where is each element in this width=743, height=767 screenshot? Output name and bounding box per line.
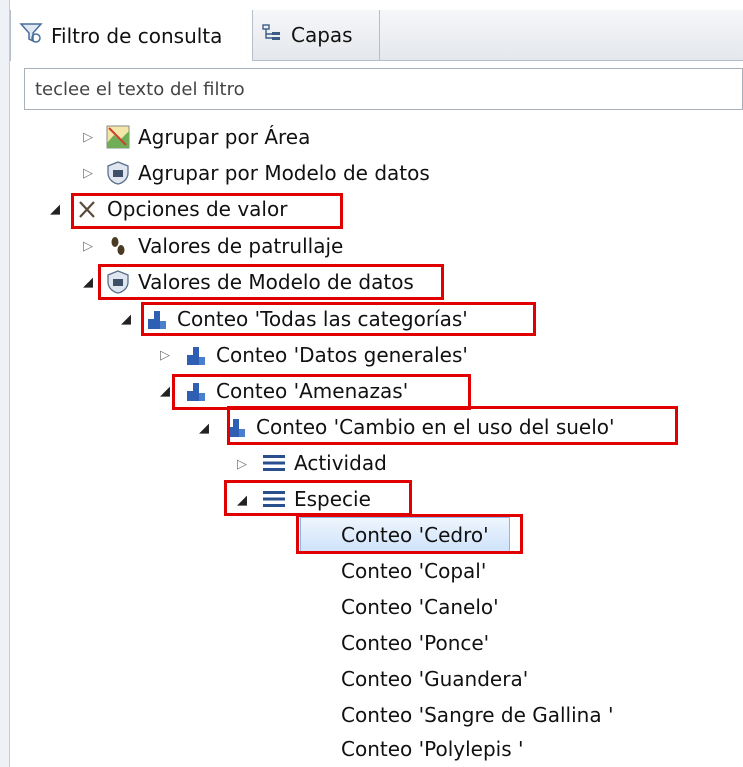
tree-item-label: Valores de patrullaje <box>138 234 344 258</box>
tree-item-count-threats[interactable]: Conteo 'Amenazas' <box>184 373 408 409</box>
tree-item-species-leaf[interactable]: Conteo 'Guandera' <box>341 661 528 697</box>
tree-item-label: Conteo 'Copal' <box>341 559 487 583</box>
list-icon <box>262 487 286 511</box>
collapse-arrow-icon[interactable]: ◢ <box>118 311 134 327</box>
tree-item-label: Conteo 'Guandera' <box>341 667 529 691</box>
x-icon <box>77 197 97 221</box>
tree-item-model-values[interactable]: Valores de Modelo de datos <box>106 264 414 300</box>
tab-capas-label: Capas <box>291 23 353 47</box>
funnel-icon <box>19 21 43 50</box>
tree-item-label: Opciones de valor <box>107 197 288 221</box>
collapse-arrow-icon[interactable]: ◢ <box>196 420 212 436</box>
tree-item-label: Conteo 'Sangre de Gallina ' <box>341 703 614 727</box>
tree-item-label: Conteo 'Todas las categorías' <box>177 307 468 331</box>
collapse-arrow-icon[interactable]: ◢ <box>157 383 173 399</box>
tree-item-group-area[interactable]: Agrupar por Área <box>106 119 310 155</box>
tree-item-species-leaf[interactable]: Conteo 'Copal' <box>341 553 486 589</box>
tree-item-label: Conteo 'Ponce' <box>341 631 490 655</box>
tree-item-label: Agrupar por Modelo de datos <box>138 161 430 185</box>
window-left-border <box>0 0 10 767</box>
expand-arrow-icon[interactable]: ▷ <box>80 129 96 145</box>
shield-icon <box>106 161 130 185</box>
tree-item-label: Valores de Modelo de datos <box>138 270 414 294</box>
tree-item-species-leaf[interactable]: Conteo 'Polylepis ' <box>341 731 523 767</box>
bar-icon <box>184 379 208 403</box>
expand-arrow-icon[interactable]: ▷ <box>80 238 96 254</box>
list-icon <box>262 451 286 475</box>
tree-item-label: Agrupar por Área <box>138 125 311 149</box>
layers-icon <box>261 22 283 49</box>
tree-item-species-leaf[interactable]: Conteo 'Canelo' <box>341 589 499 625</box>
filter-input[interactable] <box>24 68 743 110</box>
tree-item-group-model[interactable]: Agrupar por Modelo de datos <box>106 155 430 191</box>
tree-item-value-options[interactable]: Opciones de valor <box>77 191 287 227</box>
tree-item-label: Conteo 'Datos generales' <box>216 343 468 367</box>
collapse-arrow-icon[interactable]: ◢ <box>47 201 63 217</box>
shield-icon <box>106 270 130 294</box>
tree-item-label: Conteo 'Cedro' <box>341 523 489 547</box>
expand-arrow-icon[interactable]: ▷ <box>80 165 96 181</box>
bar-icon <box>224 415 248 439</box>
tab-capas[interactable]: Capas <box>253 10 380 60</box>
tree-item-label: Conteo 'Cambio en el uso del suelo' <box>256 415 615 439</box>
tree-item-count-general[interactable]: Conteo 'Datos generales' <box>184 337 468 373</box>
tree-item-label: Conteo 'Canelo' <box>341 595 499 619</box>
tab-filtro-label: Filtro de consulta <box>51 23 223 48</box>
tree-item-activity[interactable]: Actividad <box>262 445 387 481</box>
tree-item-label: Especie <box>294 487 371 511</box>
bar-icon <box>145 307 169 331</box>
collapse-arrow-icon[interactable]: ◢ <box>234 492 250 508</box>
tree-item-label: Conteo 'Polylepis ' <box>341 737 524 761</box>
footprint-icon <box>106 234 130 258</box>
tree-item-species-leaf[interactable]: Conteo 'Sangre de Gallina ' <box>341 697 613 733</box>
tab-filtro-de-consulta[interactable]: Filtro de consulta <box>10 10 253 61</box>
map-icon <box>106 125 130 149</box>
tree-item-patrol-values[interactable]: Valores de patrullaje <box>106 228 343 264</box>
tree-item-label: Conteo 'Amenazas' <box>216 379 409 403</box>
expand-arrow-icon[interactable]: ▷ <box>157 347 173 363</box>
expand-arrow-icon[interactable]: ▷ <box>234 456 250 472</box>
tree-item-species-leaf[interactable]: Conteo 'Ponce' <box>341 625 489 661</box>
bar-icon <box>184 343 208 367</box>
tree-item-count-all[interactable]: Conteo 'Todas las categorías' <box>145 301 468 337</box>
tree-item-species-leaf[interactable]: Conteo 'Cedro' <box>341 517 489 553</box>
view-tab-strip: Filtro de consulta Capas <box>10 10 743 61</box>
tree-item-species[interactable]: Especie <box>262 481 371 517</box>
collapse-arrow-icon[interactable]: ◢ <box>80 274 96 290</box>
tree-item-count-landuse[interactable]: Conteo 'Cambio en el uso del suelo' <box>224 409 615 445</box>
tree-item-label: Actividad <box>294 451 387 475</box>
